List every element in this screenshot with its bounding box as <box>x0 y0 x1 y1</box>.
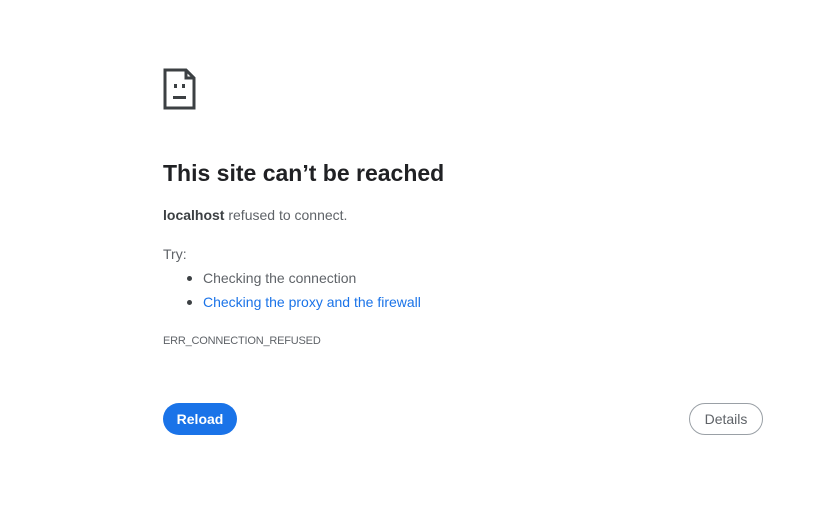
suggestion-item: Checking the proxy and the firewall <box>163 292 421 316</box>
sad-document-icon <box>163 68 196 110</box>
suggestion-check-proxy-link[interactable]: Checking the proxy and the firewall <box>203 294 421 310</box>
suggestion-check-connection: Checking the connection <box>203 270 357 286</box>
host-name: localhost <box>163 207 225 223</box>
bullet-icon <box>187 276 192 281</box>
error-message-text: refused to connect. <box>224 207 348 223</box>
error-code: ERR_CONNECTION_REFUSED <box>163 335 321 347</box>
error-message: localhost refused to connect. <box>163 205 347 225</box>
reload-button[interactable]: Reload <box>163 403 237 435</box>
bullet-icon <box>187 300 192 305</box>
suggestion-item: Checking the connection <box>163 268 421 292</box>
details-button[interactable]: Details <box>689 403 763 435</box>
suggestions-list: Checking the connection Checking the pro… <box>163 268 421 316</box>
page-title: This site can’t be reached <box>163 160 445 186</box>
try-label: Try: <box>163 246 187 262</box>
